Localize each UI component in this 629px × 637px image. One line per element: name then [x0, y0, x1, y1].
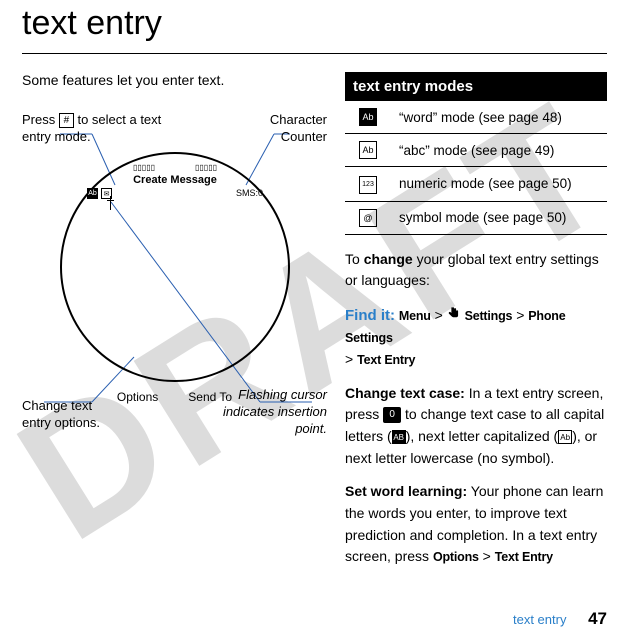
text-cursor	[110, 196, 111, 210]
find-it-label: Find it:	[345, 307, 395, 324]
table-row: Ab “word” mode (see page 48)	[345, 101, 607, 134]
annotation-top-left: Press # to select a text entry mode.	[22, 112, 162, 146]
symbol-mode-icon: @	[359, 209, 377, 227]
table-row: @ symbol mode (see page 50)	[345, 201, 607, 234]
word-mode-icon: Ab	[359, 108, 377, 126]
abc-mode-icon: Ab	[359, 141, 377, 159]
change-case-paragraph: Change text case: In a text entry screen…	[345, 383, 607, 470]
hash-keycap: #	[59, 113, 74, 128]
text-cursor-cross	[107, 200, 114, 201]
phone-screen: ▯▯▯▯▯ ▯▯▯▯▯ Create Message Ab ✉ SMS:0	[87, 164, 263, 199]
softkey-left: Options	[117, 390, 158, 404]
footer: text entry 47	[513, 609, 607, 629]
cap-icon: Ab	[558, 430, 572, 444]
change-intro: To change your global text entry setting…	[345, 249, 607, 292]
intro-text: Some features let you enter text.	[22, 72, 327, 88]
divider	[22, 53, 607, 54]
modes-header: text entry modes	[345, 72, 607, 101]
mode-desc: “word” mode (see page 48)	[391, 101, 607, 134]
phone-diagram: Press # to select a text entry mode. Cha…	[22, 112, 327, 432]
zero-keycap: 0	[383, 407, 401, 423]
mode-desc: symbol mode (see page 50)	[391, 201, 607, 234]
screen-title: Create Message	[87, 174, 263, 186]
mode-desc: “abc” mode (see page 49)	[391, 134, 607, 167]
softkey-right: Send To	[188, 390, 232, 404]
mode-desc: numeric mode (see page 50)	[391, 167, 607, 202]
allcaps-icon: AB	[392, 430, 406, 444]
sms-counter: SMS:0	[236, 188, 263, 199]
footer-label: text entry	[513, 612, 566, 627]
word-learning-paragraph: Set word learning: Your phone can learn …	[345, 481, 607, 568]
table-row: Ab “abc” mode (see page 49)	[345, 134, 607, 167]
numeric-mode-icon: 123	[359, 176, 377, 194]
word-mode-icon: Ab	[87, 188, 98, 199]
page-number: 47	[588, 609, 607, 628]
find-it-line: Find it: Menu > Settings > Phone Setting…	[345, 304, 607, 371]
table-row: 123 numeric mode (see page 50)	[345, 167, 607, 202]
signal-bars: ▯▯▯▯▯ ▯▯▯▯▯	[87, 164, 263, 172]
modes-table: text entry modes Ab “word” mode (see pag…	[345, 72, 607, 235]
annotation-top-right: Character Counter	[257, 112, 327, 146]
hand-icon	[447, 305, 461, 327]
page-title: text entry	[22, 4, 607, 43]
